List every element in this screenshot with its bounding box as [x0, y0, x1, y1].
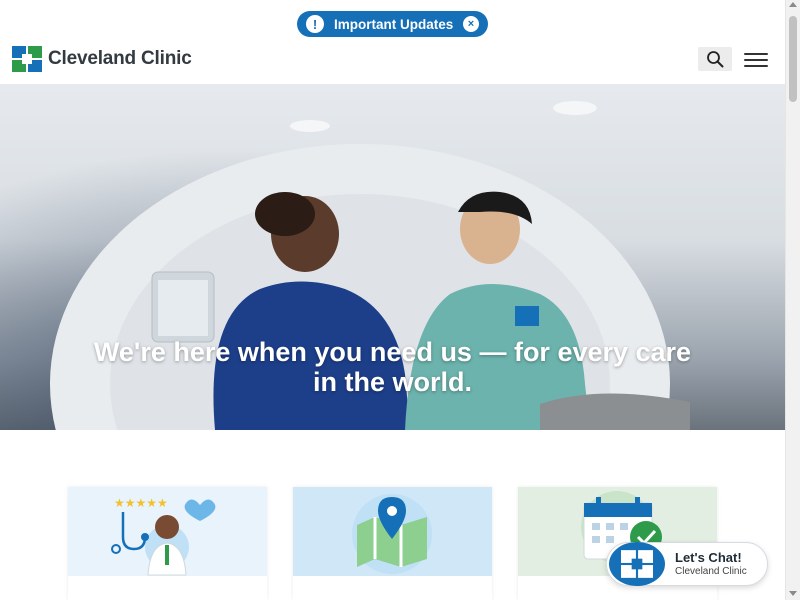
hero-heading: We're here when you need us — for every … [0, 337, 785, 397]
chat-subtitle: Cleveland Clinic [675, 566, 747, 577]
important-updates-label: Important Updates [334, 16, 454, 32]
card-locations[interactable] [293, 487, 492, 600]
hamburger-line [744, 65, 768, 67]
brand-name: Cleveland Clinic [48, 48, 192, 69]
hero-banner: We're here when you need us — for every … [0, 84, 785, 430]
alert-icon: ! [306, 15, 324, 33]
hero-heading-line-1: We're here when you need us — for every … [93, 337, 692, 367]
chat-widget[interactable]: Let's Chat! Cleveland Clinic [606, 542, 768, 586]
card-image: ★★★★★ [68, 487, 267, 576]
doctor-rating-icon: ★★★★★ [111, 496, 216, 576]
cleveland-clinic-logo[interactable]: Cleveland Clinic [12, 46, 192, 72]
cleveland-clinic-logo-icon [12, 46, 42, 72]
map-pin-icon [352, 494, 432, 574]
hamburger-line [744, 59, 768, 61]
important-updates-banner[interactable]: ! Important Updates × [297, 11, 488, 37]
search-button[interactable] [698, 47, 732, 71]
card-image [293, 487, 492, 576]
hero-heading-line-2: in the world. [313, 367, 472, 397]
card-find-doctor[interactable]: ★★★★★ [68, 487, 267, 600]
hamburger-line [744, 53, 768, 55]
cleveland-clinic-chat-icon [621, 550, 653, 578]
svg-text:★★★★★: ★★★★★ [114, 496, 168, 510]
chat-logo-icon [609, 542, 665, 586]
search-icon [707, 51, 724, 68]
scroll-up-icon[interactable] [789, 2, 797, 7]
page-scrollbar[interactable] [785, 0, 800, 600]
scroll-down-icon[interactable] [789, 591, 797, 596]
chat-title: Let's Chat! [675, 550, 742, 565]
scroll-thumb[interactable] [789, 16, 797, 102]
menu-button[interactable] [744, 50, 768, 70]
close-icon[interactable]: × [463, 16, 479, 32]
